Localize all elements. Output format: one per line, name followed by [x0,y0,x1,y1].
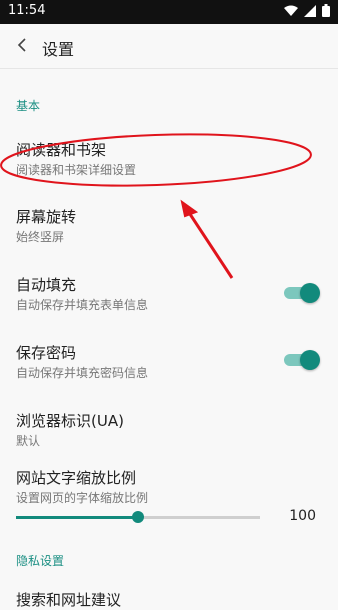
setting-rotation[interactable]: 屏幕旋转 始终竖屏 [0,206,338,246]
wifi-icon [284,5,298,16]
signal-icon [304,4,316,17]
text-zoom-slider-thumb[interactable] [132,511,144,523]
app-bar: 设置 [0,24,338,69]
text-zoom-slider[interactable] [16,510,260,524]
save-password-toggle-knob [300,350,320,370]
setting-rotation-subtitle: 始终竖屏 [16,230,65,244]
setting-user-agent-subtitle: 默认 [16,434,41,448]
setting-autofill[interactable]: 自动填充 自动保存并填充表单信息 [0,274,338,314]
setting-user-agent-title: 浏览器标识(UA) [16,412,124,430]
autofill-toggle[interactable] [284,283,320,303]
setting-save-password-title: 保存密码 [16,344,77,362]
setting-autofill-title: 自动填充 [16,276,77,294]
setting-reader-title: 阅读器和书架 [16,141,107,159]
section-header-basic: 基本 [16,99,41,113]
text-zoom-slider-fill [16,516,138,519]
chevron-left-icon[interactable] [12,34,34,56]
setting-save-password-subtitle: 自动保存并填充密码信息 [16,366,149,380]
setting-save-password[interactable]: 保存密码 自动保存并填充密码信息 [0,342,338,382]
status-bar: 11:54 [0,0,338,24]
battery-icon [322,4,330,17]
setting-user-agent[interactable]: 浏览器标识(UA) 默认 [0,410,338,450]
setting-text-zoom-subtitle: 设置网页的字体缩放比例 [16,491,149,505]
setting-search-suggest[interactable]: 搜索和网址建议 [0,589,338,609]
autofill-toggle-knob [300,283,320,303]
save-password-toggle[interactable] [284,350,320,370]
setting-reader[interactable]: 阅读器和书架 阅读器和书架详细设置 [0,139,338,179]
section-header-privacy: 隐私设置 [16,554,65,568]
setting-text-zoom: 网站文字缩放比例 设置网页的字体缩放比例 [0,467,338,507]
setting-rotation-title: 屏幕旋转 [16,208,77,226]
page-title: 设置 [42,40,75,59]
setting-autofill-subtitle: 自动保存并填充表单信息 [16,298,149,312]
status-icons [284,4,330,17]
setting-text-zoom-title: 网站文字缩放比例 [16,469,137,487]
setting-reader-subtitle: 阅读器和书架详细设置 [16,163,137,177]
status-time: 11:54 [8,3,46,18]
text-zoom-value: 100 [289,508,316,524]
